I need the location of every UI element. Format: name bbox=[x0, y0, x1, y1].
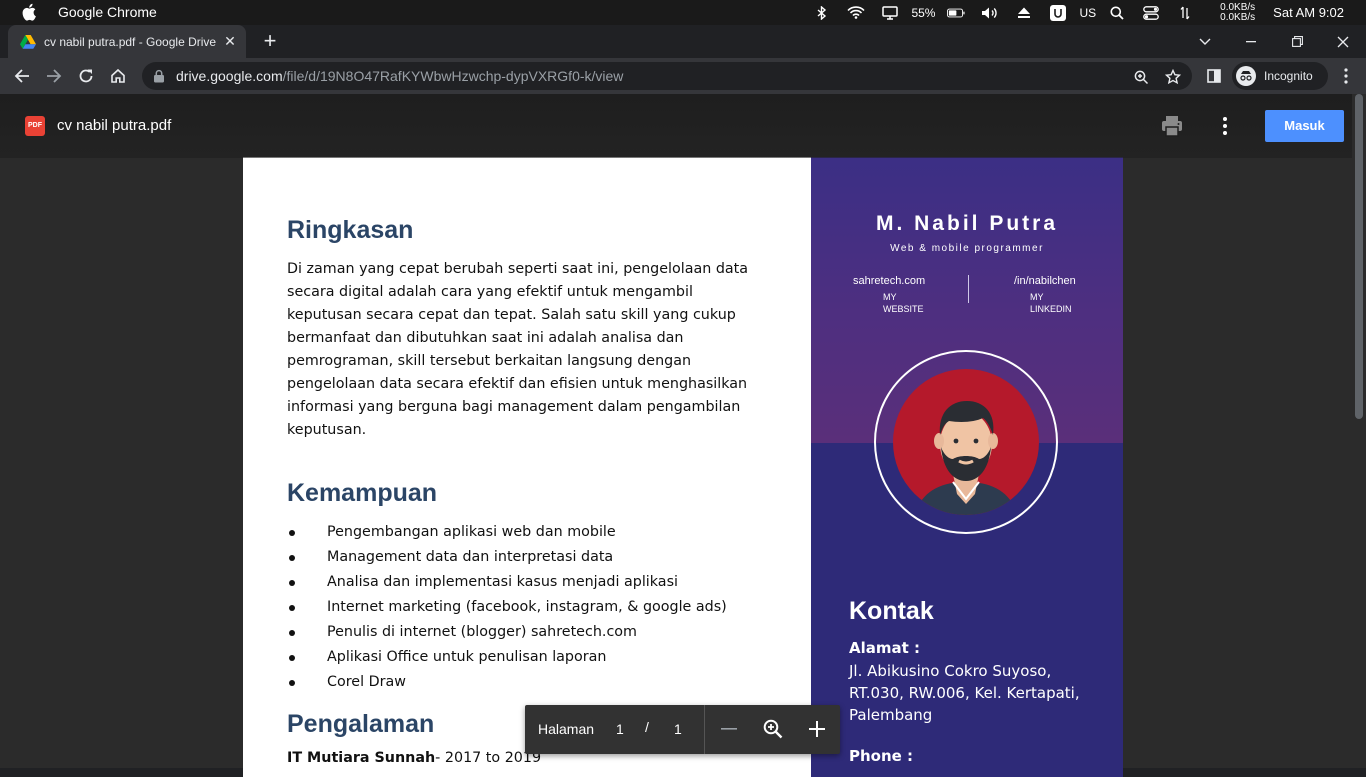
browser-toolbar: drive.google.com/file/d/19N8O47RafKYWbwH… bbox=[0, 58, 1366, 94]
spotlight-search-icon[interactable] bbox=[1108, 5, 1126, 21]
page-controls: Halaman 1 / 1 bbox=[525, 705, 840, 754]
display-icon[interactable] bbox=[881, 5, 899, 21]
experience-entry: IT Mutiara Sunnah- 2017 to 2019 bbox=[287, 750, 541, 766]
input-source[interactable]: US bbox=[1079, 6, 1096, 20]
cv-main-column: Ringkasan Di zaman yang cepat berubah se… bbox=[243, 157, 811, 777]
incognito-label: Incognito bbox=[1264, 69, 1313, 83]
restore-button[interactable] bbox=[1274, 25, 1320, 58]
apple-icon[interactable] bbox=[22, 3, 36, 21]
volume-icon[interactable] bbox=[981, 5, 999, 21]
current-page[interactable]: 1 bbox=[616, 721, 624, 737]
page-separator: / bbox=[645, 719, 649, 735]
google-drive-icon bbox=[20, 34, 36, 49]
zoom-in-icon[interactable] bbox=[805, 717, 829, 741]
tab-google-drive[interactable]: cv nabil putra.pdf - Google Drive ✕ bbox=[8, 25, 246, 58]
website-caption: MY WEBSITE bbox=[883, 292, 924, 314]
wifi-icon[interactable] bbox=[847, 5, 866, 21]
linkedin-caption: MY LINKEDIN bbox=[1030, 292, 1072, 314]
close-window-button[interactable] bbox=[1320, 25, 1366, 58]
scrollbar-thumb[interactable] bbox=[1355, 94, 1363, 419]
battery-icon[interactable] bbox=[947, 5, 966, 21]
list-item: Management data dan interpretasi data bbox=[287, 545, 787, 570]
active-app-name[interactable]: Google Chrome bbox=[58, 4, 157, 20]
links-divider bbox=[968, 275, 969, 303]
tab-search-button[interactable] bbox=[1182, 25, 1228, 58]
tab-strip: cv nabil putra.pdf - Google Drive ✕ + bbox=[0, 25, 1366, 58]
mac-menu-bar: Google Chrome 55% US 0.0KB/s 0.0KB/s Sat … bbox=[0, 0, 1366, 25]
bookmark-star-icon[interactable] bbox=[1164, 68, 1182, 86]
list-item: Penulis di internet (blogger) sahretech.… bbox=[287, 620, 787, 645]
eject-icon[interactable] bbox=[1015, 5, 1033, 21]
skills-heading: Kemampuan bbox=[287, 479, 438, 507]
back-button[interactable] bbox=[10, 64, 34, 88]
total-pages: 1 bbox=[674, 721, 682, 737]
forward-button[interactable] bbox=[42, 64, 66, 88]
summary-text: Di zaman yang cepat berubah seperti saat… bbox=[287, 261, 749, 438]
summary-heading: Ringkasan bbox=[287, 216, 414, 244]
incognito-icon bbox=[1236, 66, 1256, 86]
list-item: Aplikasi Office untuk penulisan laporan bbox=[287, 645, 787, 670]
pdf-page: Ringkasan Di zaman yang cepat berubah se… bbox=[243, 157, 1123, 777]
side-panel-button[interactable] bbox=[1202, 64, 1226, 88]
zoom-out-icon[interactable] bbox=[717, 717, 741, 741]
phone-label: Phone : bbox=[849, 747, 914, 765]
list-item: Pengembangan aplikasi web dan mobile bbox=[287, 520, 787, 545]
list-item: Corel Draw bbox=[287, 670, 787, 695]
experience-company: IT Mutiara Sunnah bbox=[287, 750, 436, 766]
chrome-menu-button[interactable] bbox=[1334, 64, 1358, 88]
list-item: Internet marketing (facebook, instagram,… bbox=[287, 595, 787, 620]
cv-role: Web & mobile programmer bbox=[890, 243, 1044, 254]
contact-heading: Kontak bbox=[849, 597, 934, 625]
zoom-fit-icon[interactable] bbox=[761, 717, 785, 741]
cv-name: M. Nabil Putra bbox=[875, 212, 1059, 235]
home-button[interactable] bbox=[106, 64, 130, 88]
address-bar[interactable]: drive.google.com/file/d/19N8O47RafKYWbwH… bbox=[142, 62, 1192, 90]
sign-in-button[interactable]: Masuk bbox=[1265, 110, 1344, 142]
network-speed: 0.0KB/s 0.0KB/s bbox=[1220, 1, 1256, 23]
address-text: Jl. Abikusino Cokro Suyoso, RT.030, RW.0… bbox=[849, 662, 1080, 724]
reload-button[interactable] bbox=[74, 64, 98, 88]
page-label: Halaman bbox=[538, 721, 595, 737]
cv-sidebar: M. Nabil Putra Web & mobile programmer s… bbox=[811, 157, 1123, 777]
battery-percent: 55% bbox=[911, 5, 936, 20]
bluetooth-icon[interactable] bbox=[813, 5, 831, 21]
control-center-icon[interactable] bbox=[1142, 5, 1160, 21]
website-link[interactable]: sahretech.com bbox=[853, 275, 925, 287]
minimize-button[interactable] bbox=[1228, 25, 1274, 58]
document-title: cv nabil putra.pdf bbox=[57, 117, 172, 134]
tab-title: cv nabil putra.pdf - Google Drive bbox=[44, 34, 217, 49]
zoom-icon[interactable] bbox=[1132, 68, 1150, 86]
tab-close-icon[interactable]: ✕ bbox=[222, 33, 238, 49]
experience-heading: Pengalaman bbox=[287, 710, 435, 738]
menubar-clock[interactable]: Sat AM 9:02 bbox=[1273, 5, 1344, 20]
more-options-icon[interactable] bbox=[1216, 114, 1234, 138]
pdf-file-icon: PDF bbox=[25, 116, 45, 136]
list-item: Analisa dan implementasi kasus menjadi a… bbox=[287, 570, 787, 595]
drive-pdf-viewer: Ringkasan Di zaman yang cepat berubah se… bbox=[0, 94, 1366, 777]
print-icon[interactable] bbox=[1160, 114, 1184, 138]
skills-list: Pengembangan aplikasi web dan mobile Man… bbox=[287, 520, 787, 695]
viewer-scrollbar[interactable] bbox=[1352, 94, 1366, 768]
lock-icon[interactable] bbox=[152, 69, 166, 83]
controls-divider bbox=[704, 705, 705, 754]
profile-avatar bbox=[874, 350, 1058, 534]
new-tab-button[interactable]: + bbox=[260, 30, 280, 52]
linkedin-link[interactable]: /in/nabilchen bbox=[1014, 275, 1076, 287]
viewer-header: PDF cv nabil putra.pdf Masuk bbox=[0, 94, 1352, 158]
url-text[interactable]: drive.google.com/file/d/19N8O47RafKYWbwH… bbox=[176, 68, 623, 84]
incognito-indicator[interactable]: Incognito bbox=[1232, 62, 1328, 90]
input-method-icon[interactable] bbox=[1049, 4, 1067, 21]
network-activity-icon[interactable] bbox=[1176, 5, 1194, 21]
address-label: Alamat : bbox=[849, 639, 921, 657]
